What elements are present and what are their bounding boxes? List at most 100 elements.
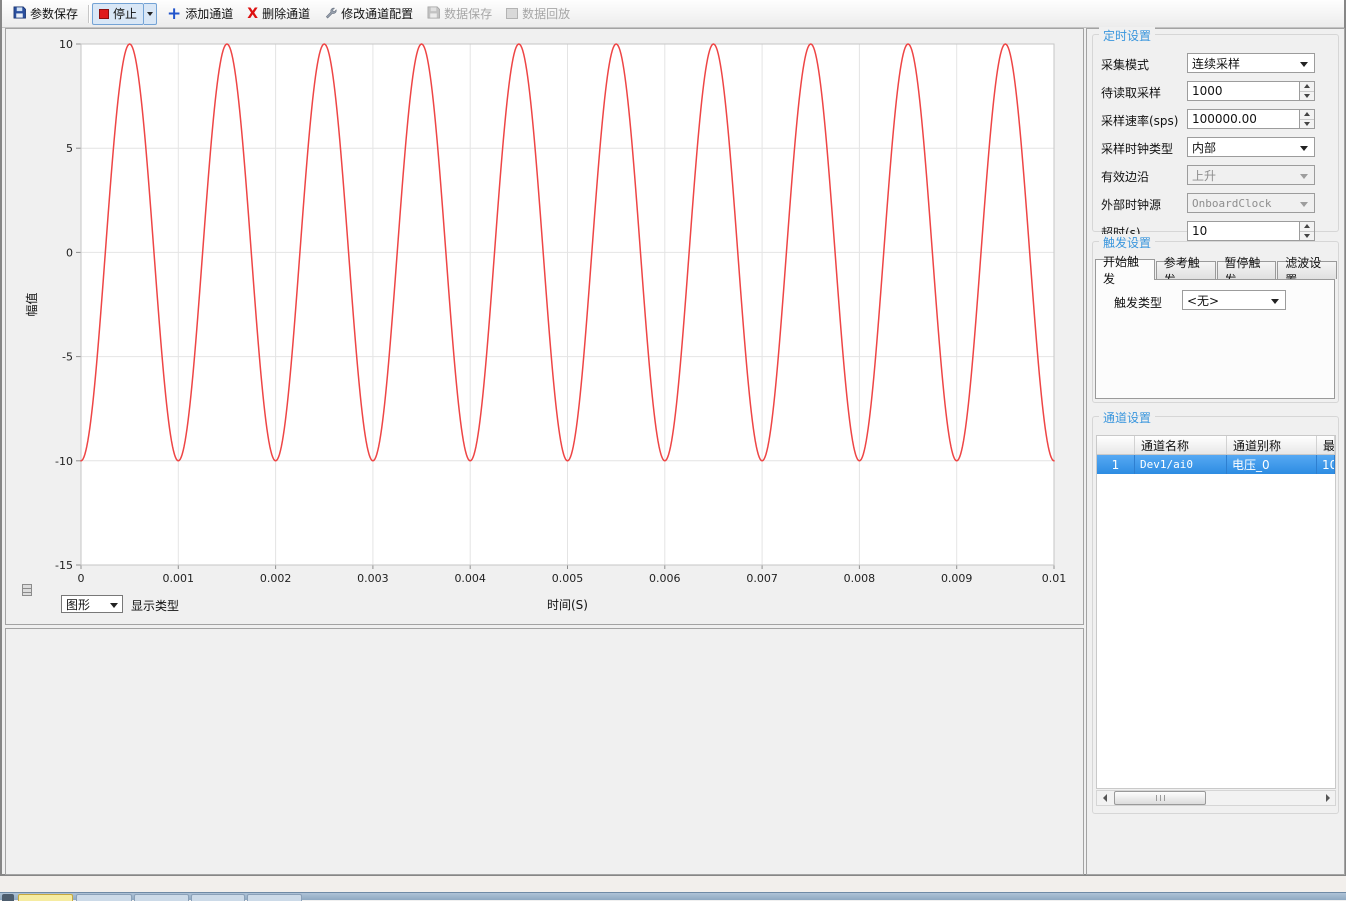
svg-text:5: 5 — [66, 142, 73, 155]
stop-icon — [99, 9, 109, 19]
trigger-type-combobox[interactable]: <无> — [1182, 290, 1286, 310]
timing-group: 定时设置 采集模式 连续采样 待读取采样 1000 采样速率(sps) 1000… — [1092, 34, 1339, 232]
tab-pause-trigger[interactable]: 暂停触发 — [1217, 261, 1277, 279]
chevron-down-icon — [1300, 174, 1308, 179]
svg-text:-10: -10 — [55, 455, 73, 468]
grip-icon — [1156, 795, 1165, 801]
app-window: 参数保存 停止 + 添加通道 X 删除通道 修改通道配置 数据保存 数据回放 — [0, 0, 1346, 876]
table-row[interactable]: 1 Dev1/ai0 电压_0 10 — [1097, 455, 1335, 474]
tab-start-trigger[interactable]: 开始触发 — [1095, 259, 1155, 280]
stop-dropdown-button[interactable] — [144, 3, 157, 25]
chevron-down-icon — [1271, 299, 1279, 304]
spin-up-icon — [1304, 112, 1310, 116]
chevron-down-icon — [1300, 146, 1308, 151]
start-trigger-page: 触发类型 <无> — [1095, 279, 1335, 399]
horizontal-scrollbar[interactable] — [1096, 790, 1336, 806]
acquisition-mode-label: 采集模式 — [1101, 56, 1149, 73]
chevron-down-icon — [147, 12, 153, 16]
svg-text:0.01: 0.01 — [1042, 572, 1067, 585]
spin-down-icon — [1304, 94, 1310, 98]
scroll-right-button[interactable] — [1320, 791, 1335, 805]
samples-to-read-value: 1000 — [1192, 84, 1223, 98]
channels-group: 通道设置 通道名称 通道别称 最大 1 Dev1/ai0 电压_0 10 — [1092, 416, 1339, 814]
channel-name-cell: Dev1/ai0 — [1135, 455, 1227, 474]
scroll-left-button[interactable] — [1097, 791, 1112, 805]
settings-panel: 定时设置 采集模式 连续采样 待读取采样 1000 采样速率(sps) 1000… — [1086, 28, 1345, 875]
col-channel-alias: 通道别称 — [1227, 436, 1317, 454]
save-params-button[interactable]: 参数保存 — [6, 3, 85, 25]
trigger-type-label: 触发类型 — [1114, 294, 1162, 311]
samples-to-read-label: 待读取采样 — [1101, 84, 1161, 101]
display-type-value: 图形 — [66, 596, 90, 613]
svg-text:0.007: 0.007 — [746, 572, 778, 585]
svg-text:-15: -15 — [55, 559, 73, 572]
arrow-left-icon — [1103, 794, 1107, 802]
acquisition-mode-combobox[interactable]: 连续采样 — [1187, 53, 1315, 73]
modify-channel-config-label: 修改通道配置 — [341, 5, 413, 22]
scrollbar-track[interactable] — [1112, 791, 1320, 805]
data-playback-button[interactable]: 数据回放 — [499, 3, 577, 25]
channels-group-title: 通道设置 — [1099, 409, 1155, 426]
svg-text:0.009: 0.009 — [941, 572, 973, 585]
trigger-tabs: 开始触发 参考触发 暂停触发 滤波设置 — [1095, 258, 1338, 279]
chevron-down-icon — [110, 603, 118, 608]
spin-up-icon — [1304, 84, 1310, 88]
spin-down-icon — [1304, 122, 1310, 126]
add-channel-button[interactable]: + 添加通道 — [160, 3, 240, 25]
active-edge-label: 有效边沿 — [1101, 168, 1149, 185]
sample-rate-label: 采样速率(sps) — [1101, 112, 1179, 129]
timeout-spinner[interactable]: 10 — [1187, 221, 1315, 241]
sample-rate-spinner[interactable]: 100000.00 — [1187, 109, 1315, 129]
external-clock-source-label: 外部时钟源 — [1101, 196, 1161, 213]
data-playback-label: 数据回放 — [522, 5, 570, 22]
waveform-chart: 00.0010.0020.0030.0040.0050.0060.0070.00… — [6, 29, 1083, 624]
display-type-combobox[interactable]: 图形 — [61, 595, 123, 613]
arrow-right-icon — [1326, 794, 1330, 802]
svg-text:0: 0 — [78, 572, 85, 585]
data-save-label: 数据保存 — [444, 5, 492, 22]
stop-label: 停止 — [113, 5, 137, 22]
spinner-buttons[interactable] — [1299, 82, 1314, 100]
tab-reference-trigger[interactable]: 参考触发 — [1156, 261, 1216, 279]
tab-filter-settings[interactable]: 滤波设置 — [1277, 261, 1337, 279]
channel-max-cell: 10 — [1317, 455, 1335, 474]
svg-text:0.008: 0.008 — [844, 572, 876, 585]
external-clock-source-combobox: OnboardClock — [1187, 193, 1315, 213]
spinner-buttons[interactable] — [1299, 110, 1314, 128]
timeout-value: 10 — [1192, 224, 1207, 238]
data-save-button[interactable]: 数据保存 — [420, 3, 499, 25]
delete-channel-button[interactable]: X 删除通道 — [240, 3, 317, 25]
svg-text:0: 0 — [66, 246, 73, 259]
stop-button[interactable]: 停止 — [92, 3, 144, 25]
svg-text:-5: -5 — [62, 351, 73, 364]
toolbar: 参数保存 停止 + 添加通道 X 删除通道 修改通道配置 数据保存 数据回放 — [2, 0, 1344, 28]
spin-up-icon — [1304, 224, 1310, 228]
samples-to-read-spinner[interactable]: 1000 — [1187, 81, 1315, 101]
delete-channel-label: 删除通道 — [262, 5, 310, 22]
active-edge-value: 上升 — [1192, 167, 1216, 184]
sample-rate-value: 100000.00 — [1192, 112, 1257, 126]
active-edge-combobox: 上升 — [1187, 165, 1315, 185]
x-icon: X — [247, 6, 258, 22]
timing-group-title: 定时设置 — [1099, 27, 1155, 44]
sample-clock-type-label: 采样时钟类型 — [1101, 140, 1173, 157]
lower-panel — [5, 628, 1084, 875]
svg-text:0.003: 0.003 — [357, 572, 389, 585]
col-channel-name: 通道名称 — [1135, 436, 1227, 454]
spin-down-icon — [1304, 234, 1310, 238]
trigger-group: 触发设置 开始触发 参考触发 暂停触发 滤波设置 触发类型 <无> — [1092, 241, 1339, 403]
svg-text:0.001: 0.001 — [163, 572, 195, 585]
acquisition-mode-value: 连续采样 — [1192, 55, 1240, 72]
svg-text:10: 10 — [59, 38, 73, 51]
scrollbar-thumb[interactable] — [1114, 791, 1206, 805]
channel-table: 通道名称 通道别称 最大 1 Dev1/ai0 电压_0 10 — [1096, 435, 1336, 789]
display-type-label: 显示类型 — [131, 597, 179, 614]
external-clock-source-value: OnboardClock — [1192, 197, 1271, 210]
chevron-down-icon — [1300, 62, 1308, 67]
col-max: 最大 — [1317, 436, 1335, 454]
spinner-buttons[interactable] — [1299, 222, 1314, 240]
trigger-type-value: <无> — [1187, 292, 1219, 309]
sample-clock-type-combobox[interactable]: 内部 — [1187, 137, 1315, 157]
chart-palette-icon[interactable] — [22, 584, 32, 596]
modify-channel-config-button[interactable]: 修改通道配置 — [317, 3, 420, 25]
